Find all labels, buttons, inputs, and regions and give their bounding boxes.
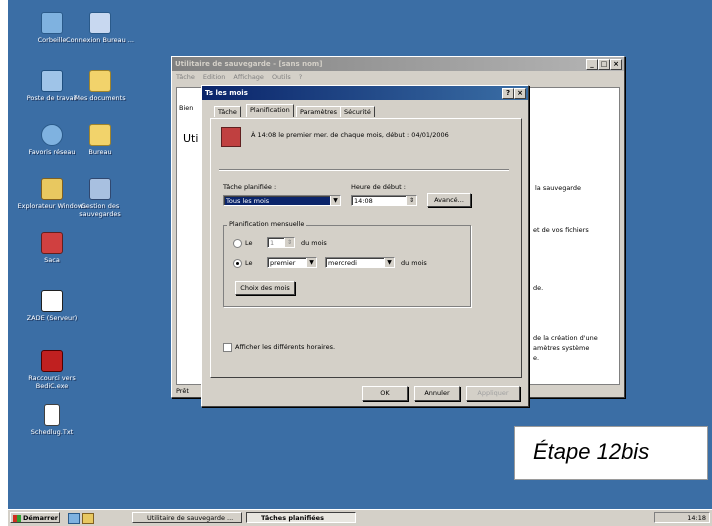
taskbar-item-scheduled-tasks[interactable]: Tâches planifiées	[246, 512, 356, 523]
backup-window-titlebar[interactable]: Utilitaire de sauvegarde - [sans nom] _ …	[172, 57, 624, 71]
choose-months-button[interactable]: Choix des mois	[235, 281, 295, 295]
status-bar: Prêt	[176, 387, 189, 395]
desktop-icon-schedlug[interactable]: Schedlug.Txt	[16, 404, 88, 436]
chevron-down-icon[interactable]: ▼	[330, 196, 340, 205]
saca-icon	[41, 232, 63, 254]
backup-right-text: de.	[533, 284, 544, 292]
show-multiple-schedules-checkbox[interactable]	[223, 343, 232, 352]
show-multiple-schedules-label: Afficher les différents horaires.	[235, 343, 336, 351]
folder-icon	[89, 124, 111, 146]
desktop-icon-backup-management[interactable]: Gestion des sauvegardes	[64, 178, 136, 218]
desktop-icon-server[interactable]: ZADE (Serveur)	[16, 290, 88, 322]
start-time-input[interactable]: 14:08 ⇕	[351, 195, 417, 206]
tab-tache[interactable]: Tâche	[214, 106, 241, 117]
option-day-label: Le	[245, 239, 253, 247]
option-weekday-radio[interactable]	[233, 259, 242, 268]
maximize-button[interactable]: □	[598, 59, 610, 70]
windows-logo-icon	[13, 515, 21, 522]
option-weekday-suffix: du mois	[401, 259, 427, 267]
desktop-icon-bureau[interactable]: Bureau	[64, 124, 136, 156]
step-label: Étape 12bis	[533, 439, 650, 464]
schedule-dialog: Ts les mois ? × Tâche Planification Para…	[201, 85, 529, 407]
planned-task-select[interactable]: Tous les mois ▼	[223, 195, 341, 206]
system-tray: 14:18	[654, 512, 710, 523]
desktop-icon-remote-desktop[interactable]: Connexion Bureau ...	[64, 12, 136, 44]
task-calendar-icon	[221, 127, 241, 147]
menu-affichage[interactable]: Affichage	[233, 73, 264, 81]
ok-button[interactable]: OK	[362, 386, 408, 401]
backup-heading-partial: Uti	[183, 132, 199, 145]
menu-help[interactable]: ?	[299, 73, 302, 81]
help-icon[interactable]: ?	[502, 88, 514, 99]
taskbar: Démarrer Utilitaire de sauvegarde ... Tâ…	[8, 509, 712, 526]
close-icon[interactable]: ×	[514, 88, 526, 99]
backup-right-text: et de vos fichiers	[533, 226, 589, 234]
desktop-icon-my-documents[interactable]: Mes documents	[64, 70, 136, 102]
quick-launch-desktop-icon[interactable]	[68, 513, 80, 524]
computer-icon	[41, 70, 63, 92]
quick-launch-explorer-icon[interactable]	[82, 513, 94, 524]
start-button[interactable]: Démarrer	[10, 512, 60, 523]
close-button[interactable]: ×	[610, 59, 622, 70]
start-time-label: Heure de début :	[351, 183, 406, 191]
planned-task-label: Tâche planifiée :	[223, 183, 277, 191]
explorer-icon	[41, 178, 63, 200]
tab-planification[interactable]: Planification	[246, 104, 294, 117]
chevron-down-icon[interactable]: ▼	[384, 258, 394, 267]
network-icon	[41, 124, 63, 146]
desktop-icon-saca[interactable]: Saca	[16, 232, 88, 264]
step-label-box: Étape 12bis	[514, 426, 708, 480]
backup-tab-partial: Bien	[179, 104, 194, 112]
monthly-group-label: Planification mensuelle	[227, 220, 307, 228]
apply-button[interactable]: Appliquer	[466, 386, 520, 401]
option-day-suffix: du mois	[301, 239, 327, 247]
text-file-icon	[44, 404, 60, 426]
backup-right-text: e.	[533, 354, 540, 362]
planification-panel: À 14:08 le premier mer. de chaque mois, …	[210, 118, 522, 378]
spinner-icon[interactable]: ⇕	[406, 196, 416, 205]
shortcut-b-icon	[41, 350, 63, 372]
cancel-button[interactable]: Annuler	[414, 386, 460, 401]
menu-edition[interactable]: Edition	[203, 73, 226, 81]
recycle-bin-icon	[41, 12, 63, 34]
menu-tache[interactable]: Tâche	[176, 73, 195, 81]
backup-right-text: de la création d'une	[533, 334, 598, 342]
minimize-button[interactable]: _	[586, 59, 598, 70]
schedule-dialog-titlebar[interactable]: Ts les mois ? ×	[202, 86, 528, 100]
option-day-radio[interactable]	[233, 239, 242, 248]
option-weekday-label: Le	[245, 259, 253, 267]
schedule-summary: À 14:08 le premier mer. de chaque mois, …	[251, 131, 449, 139]
tab-securite[interactable]: Sécurité	[340, 106, 375, 117]
desktop-icon-bedic-shortcut[interactable]: Raccourci vers BediC.exe	[16, 350, 88, 390]
advanced-button[interactable]: Avancé...	[427, 193, 471, 207]
menu-outils[interactable]: Outils	[272, 73, 291, 81]
separator	[219, 169, 509, 171]
chevron-down-icon[interactable]: ▼	[306, 258, 316, 267]
spinner-icon[interactable]: ⇕	[284, 238, 294, 247]
remote-desktop-icon	[89, 12, 111, 34]
ordinal-select[interactable]: premier ▼	[267, 257, 317, 268]
backup-menubar: Tâche Edition Affichage Outils ?	[172, 71, 624, 82]
tab-parametres[interactable]: Paramètres	[296, 106, 342, 117]
backup-right-text: la sauvegarde	[535, 184, 581, 192]
backup-management-icon	[89, 178, 111, 200]
documents-folder-icon	[89, 70, 111, 92]
taskbar-item-backup[interactable]: Utilitaire de sauvegarde ...	[132, 512, 242, 523]
backup-right-text: amètres système	[533, 344, 590, 352]
day-number-input[interactable]: 1 ⇕	[267, 237, 295, 248]
clock[interactable]: 14:18	[687, 514, 706, 522]
weekday-select[interactable]: mercredi ▼	[325, 257, 395, 268]
server-icon	[41, 290, 63, 312]
